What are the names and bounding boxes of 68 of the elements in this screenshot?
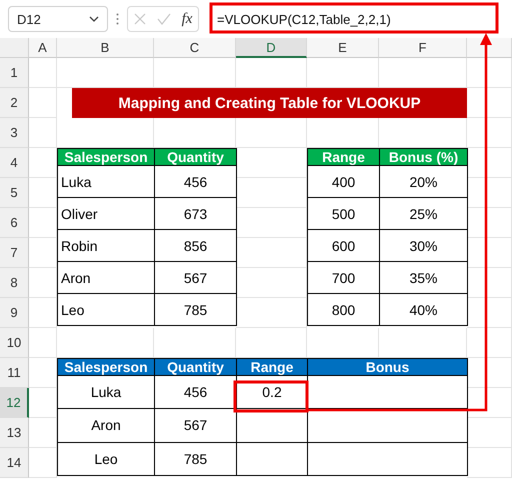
empty-cell[interactable] [308, 442, 468, 476]
row-header[interactable]: 4 [0, 148, 29, 178]
enter-icon[interactable] [156, 13, 171, 25]
column-header[interactable]: D [236, 38, 307, 58]
table-header: Bonus (%) [380, 148, 468, 166]
row-header[interactable]: 1 [0, 58, 29, 88]
table-cell: 500 [308, 198, 380, 230]
formula-field[interactable]: =VLOOKUP(C12,Table_2,2,1) [207, 6, 512, 32]
table-cell: Luka [58, 166, 154, 198]
column-header[interactable]: E [307, 38, 379, 58]
row-header[interactable]: 14 [0, 448, 29, 478]
row-header[interactable]: 8 [0, 268, 29, 298]
table-cell: 856 [154, 230, 236, 262]
row-header[interactable]: 13 [0, 418, 29, 448]
table-cell: 456 [154, 166, 236, 198]
row-header[interactable]: 10 [0, 328, 29, 358]
row-header[interactable]: 9 [0, 298, 29, 328]
select-all-button[interactable] [0, 38, 29, 58]
table-cell: Oliver [58, 198, 154, 230]
table-cell: 800 [308, 294, 380, 326]
table-cell: 0.2 [236, 376, 308, 409]
table-cell: Leo [58, 442, 154, 476]
table-cell: 600 [308, 230, 380, 262]
row-header[interactable]: 12 [0, 388, 29, 418]
table-header: Salesperson [58, 148, 154, 166]
table-cell: 700 [308, 262, 380, 294]
column-header[interactable]: A [29, 38, 57, 58]
table-header: Salesperson [58, 358, 154, 376]
table-header: Range [236, 358, 308, 376]
name-box[interactable]: D12 [8, 6, 108, 32]
title-banner: Mapping and Creating Table for VLOOKUP [72, 88, 467, 118]
table-header: Bonus [308, 358, 468, 376]
row-header[interactable]: 2 [0, 88, 29, 118]
table-cell: Aron [58, 408, 154, 442]
column-header[interactable]: C [154, 38, 236, 58]
cancel-icon[interactable] [134, 13, 146, 25]
row-header[interactable]: 11 [0, 358, 29, 388]
table-cell: 456 [154, 376, 236, 409]
row-header[interactable]: 5 [0, 178, 29, 208]
table-cell: 785 [154, 294, 236, 326]
empty-cell[interactable] [236, 442, 308, 476]
table-cell: 20% [380, 166, 468, 198]
table-header: Quantity [154, 358, 236, 376]
table-cell: 35% [380, 262, 468, 294]
table-cell: Luka [58, 376, 154, 409]
table-header: Quantity [154, 148, 236, 166]
table-cell: 25% [380, 198, 468, 230]
table-cell: 785 [154, 442, 236, 476]
column-header[interactable]: B [57, 38, 154, 58]
empty-cell[interactable] [308, 408, 468, 442]
table-header: Range [308, 148, 380, 166]
table-cell: Aron [58, 262, 154, 294]
row-header[interactable]: 6 [0, 208, 29, 238]
table-cell: Robin [58, 230, 154, 262]
table-cell: 400 [308, 166, 380, 198]
table-cell: Leo [58, 294, 154, 326]
row-header[interactable]: 7 [0, 238, 29, 268]
table-cell: 567 [154, 408, 236, 442]
empty-cell[interactable] [308, 376, 468, 409]
row-header[interactable]: 3 [0, 118, 29, 148]
column-header[interactable]: F [379, 38, 467, 58]
table-cell: 30% [380, 230, 468, 262]
table-cell: 673 [154, 198, 236, 230]
insert-function-button[interactable]: fx [182, 10, 192, 28]
table-cell: 567 [154, 262, 236, 294]
chevron-down-icon [89, 16, 99, 22]
table-cell: 40% [380, 294, 468, 326]
drag-handle-icon[interactable] [116, 13, 119, 25]
